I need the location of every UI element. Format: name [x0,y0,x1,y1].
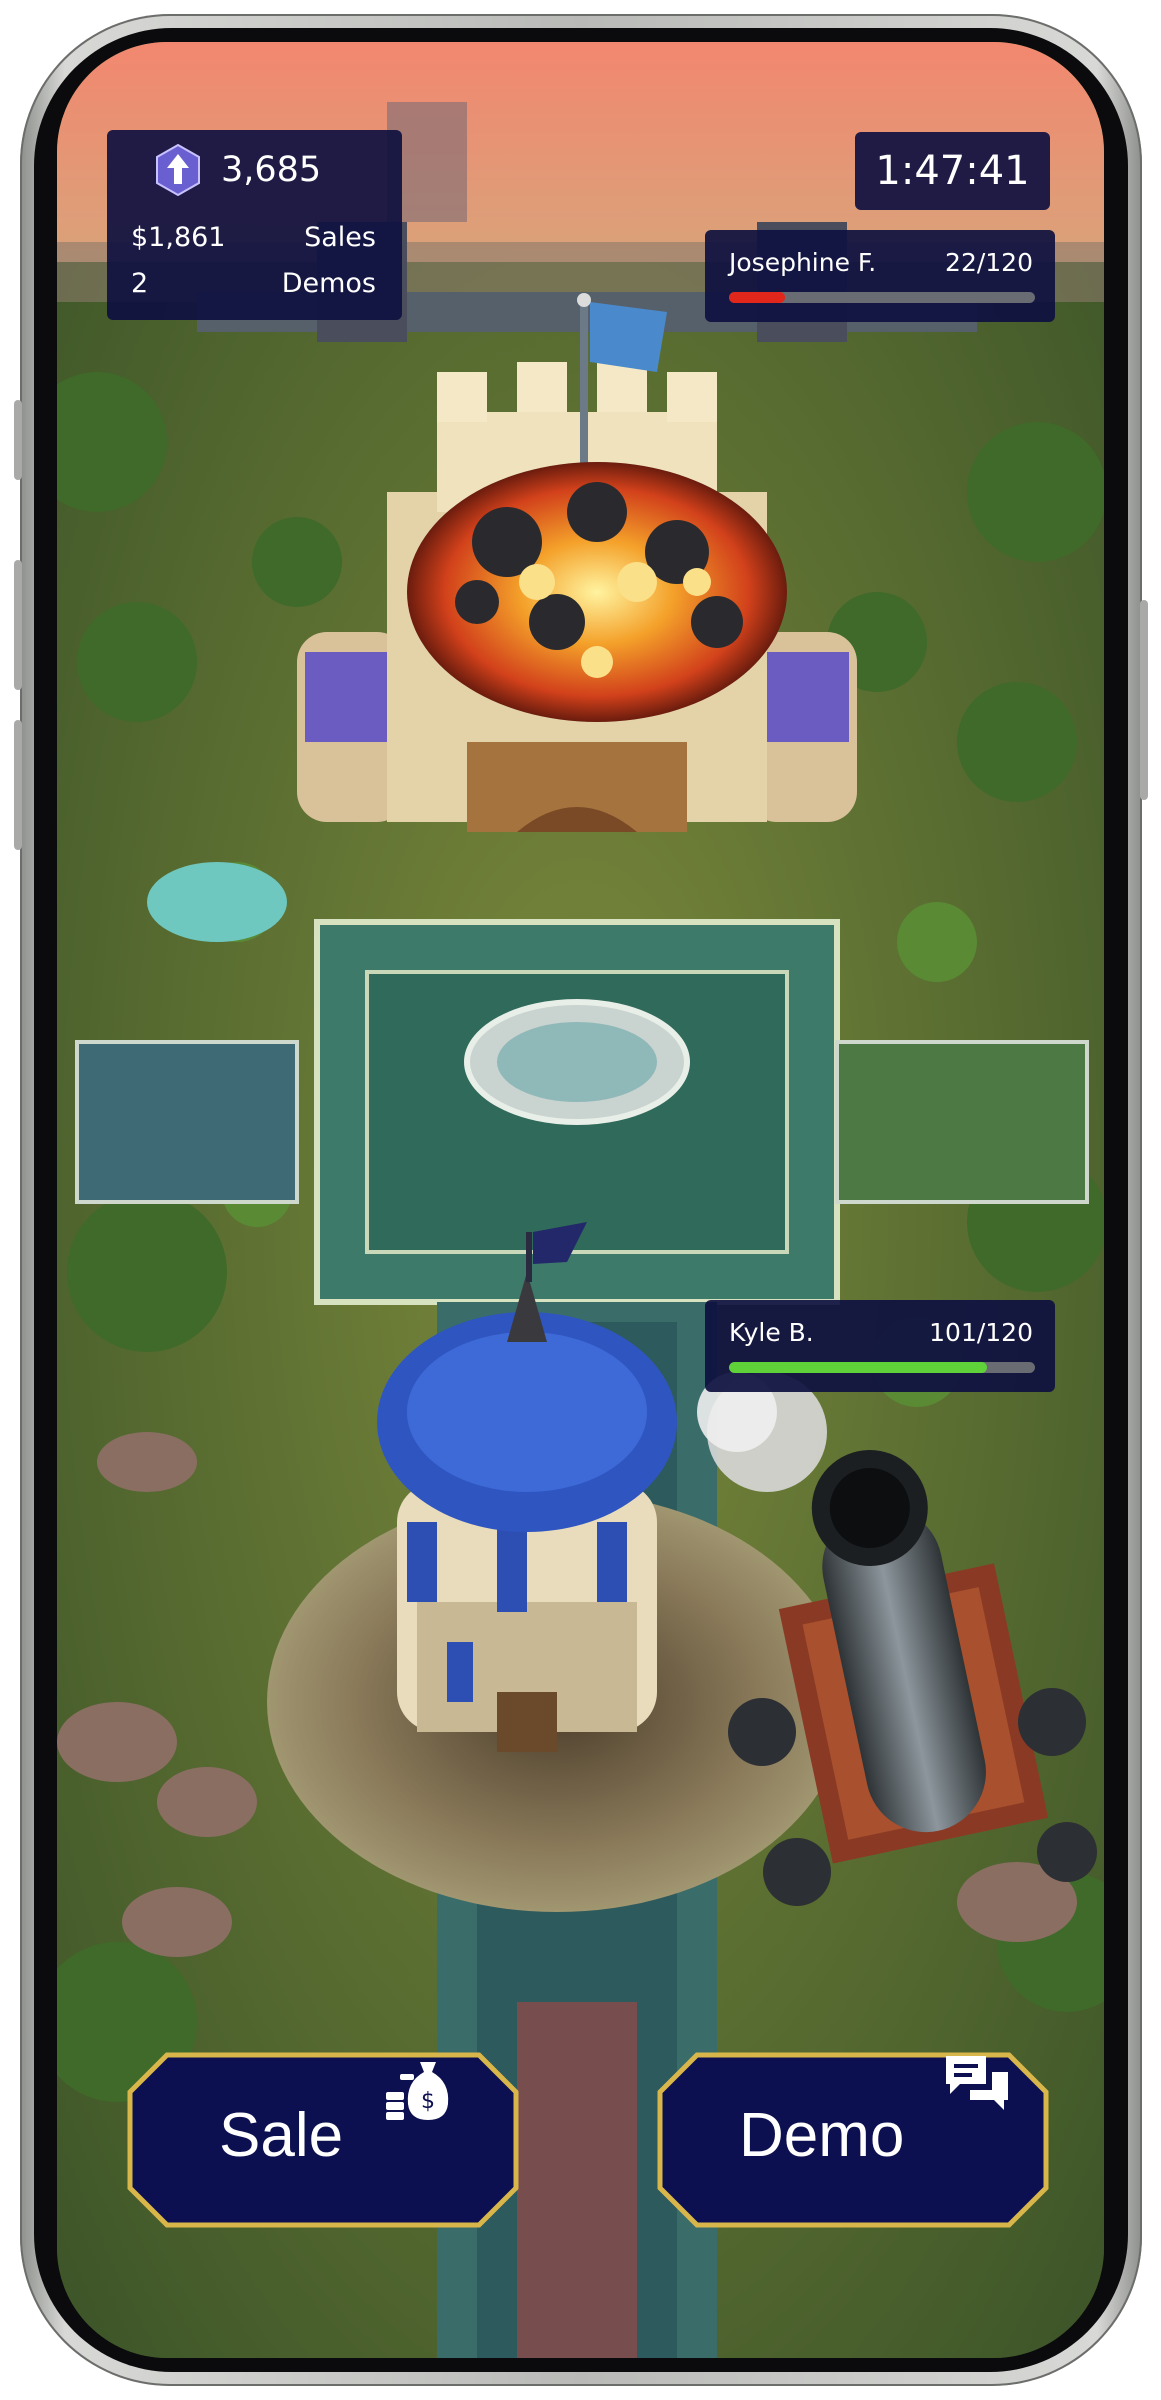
demos-count: 2 [131,268,149,299]
sale-button[interactable]: Sale $ [127,2052,519,2228]
enemy-health-bar [729,292,1035,303]
money-bag-icon: $ [386,2062,449,2120]
gem-upgrade-icon [156,144,200,196]
sales-row: $1,861 Sales [131,222,376,253]
power-button [1140,600,1148,800]
player-name: Kyle B. [729,1318,814,1347]
sale-button-label: Sale [219,2101,344,2170]
volume-down-button [14,720,22,850]
volume-up-button [14,560,22,690]
player-hp-text: 101/120 [929,1318,1033,1347]
player-health-panel: Kyle B. 101/120 [705,1300,1055,1392]
stats-panel: 3,685 $1,861 Sales 2 Demos [107,130,402,320]
game-screen: 3,685 $1,861 Sales 2 Demos 1:47:41 Josep… [57,42,1104,2358]
demos-label: Demos [281,268,376,299]
sales-amount: $1,861 [131,222,226,253]
demo-button-label: Demo [739,2101,905,2170]
enemy-name: Josephine F. [729,248,877,277]
enemy-hp-text: 22/120 [945,248,1033,277]
sales-label: Sales [304,222,376,253]
mute-switch [14,400,22,480]
player-health-bar [729,1362,1035,1373]
demos-row: 2 Demos [131,268,376,299]
enemy-health-fill [729,292,785,303]
player-health-fill [729,1362,987,1373]
gem-count: 3,685 [221,150,322,190]
svg-text:$: $ [421,2089,435,2114]
enemy-health-panel: Josephine F. 22/120 [705,230,1055,322]
chat-bubbles-icon [946,2056,1008,2110]
demo-button[interactable]: Demo [657,2052,1049,2228]
battlefield-map [57,42,1104,2358]
match-timer: 1:47:41 [855,132,1050,210]
